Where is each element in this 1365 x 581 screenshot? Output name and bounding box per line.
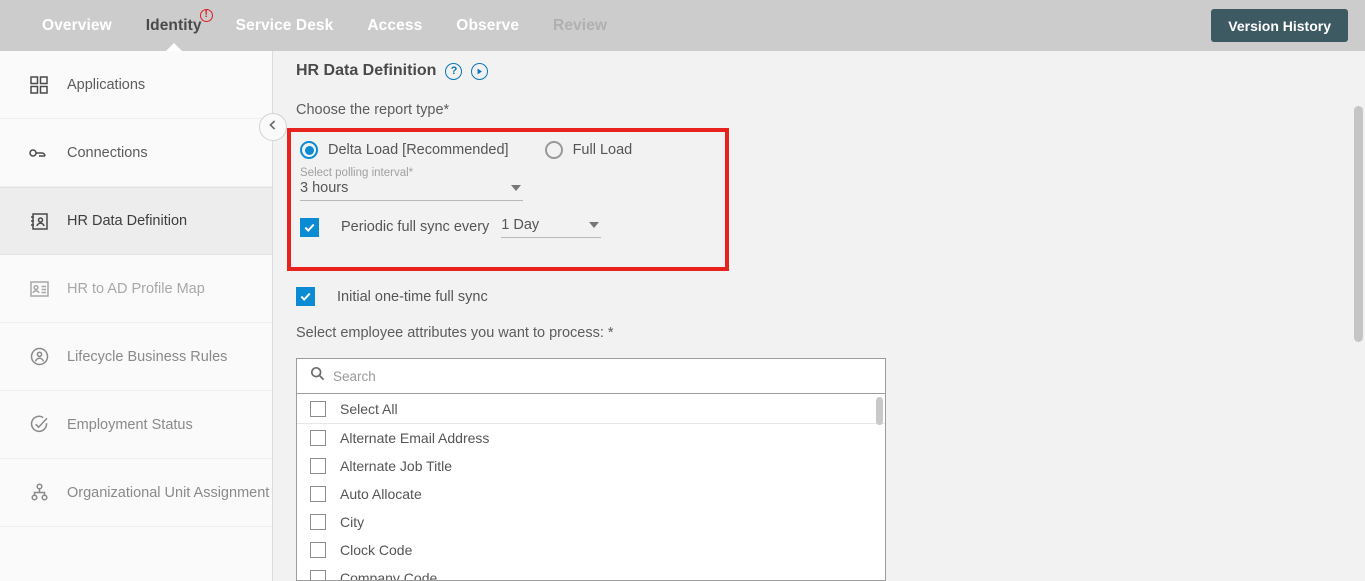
attributes-list-scrollbar[interactable] <box>876 397 883 425</box>
sidebar-item-applications[interactable]: Applications <box>0 51 272 119</box>
initial-one-time-full-sync-label: Initial one-time full sync <box>337 288 488 305</box>
sidebar-item-hr-data-definition[interactable]: HR Data Definition <box>0 187 272 255</box>
nav-tab-label: Access <box>367 16 423 34</box>
play-circle-icon[interactable] <box>471 62 489 80</box>
nav-tab-overview[interactable]: Overview <box>25 0 129 51</box>
search-icon <box>310 366 325 386</box>
attribute-row[interactable]: Auto Allocate <box>297 480 885 508</box>
sidebar-item-label: Lifecycle Business Rules <box>67 348 228 365</box>
attribute-label: Clock Code <box>340 542 413 558</box>
periodic-full-sync-checkbox[interactable] <box>300 217 319 237</box>
sidebar-item-label: Connections <box>67 144 148 161</box>
sidebar-collapse-button[interactable] <box>259 113 287 141</box>
nav-tab-label: Overview <box>42 16 112 34</box>
attribute-checkbox[interactable] <box>310 430 326 446</box>
nav-tab-label: Service Desk <box>235 16 334 34</box>
attribute-row[interactable]: Clock Code <box>297 536 885 564</box>
hierarchy-icon <box>27 481 51 505</box>
attribute-checkbox[interactable] <box>310 458 326 474</box>
question-circle-icon[interactable]: ? <box>445 62 463 80</box>
attribute-row-select-all[interactable]: Select All <box>297 394 885 424</box>
attributes-list[interactable]: Select All Alternate Email Address Alter… <box>297 394 885 580</box>
contact-card-icon <box>27 209 51 233</box>
top-nav-tabs: Overview Identity ! Service Desk Access … <box>25 0 624 51</box>
attributes-search-input[interactable]: Search <box>333 369 376 384</box>
connector-icon <box>27 141 51 165</box>
attributes-search-row[interactable]: Search <box>297 359 885 394</box>
attribute-row[interactable]: Alternate Job Title <box>297 452 885 480</box>
sidebar-item-employment-status[interactable]: Employment Status <box>0 391 272 459</box>
polling-interval-select[interactable]: 3 hours <box>300 179 523 201</box>
initial-one-time-full-sync-checkbox[interactable] <box>296 287 315 306</box>
periodic-sync-interval-field: 1 Day <box>501 216 602 238</box>
sidebar-item-label: HR Data Definition <box>67 213 188 229</box>
sidebar-item-label: HR to AD Profile Map <box>67 280 205 297</box>
attribute-checkbox[interactable] <box>310 542 326 558</box>
warning-badge-icon: ! <box>199 9 213 22</box>
attribute-row[interactable]: Company Code <box>297 564 885 580</box>
sidebar-item-hr-to-ad-profile-map: HR to AD Profile Map <box>0 255 272 323</box>
periodic-sync-row: Periodic full sync every 1 Day <box>291 201 725 238</box>
nav-tab-review[interactable]: Review <box>536 0 624 51</box>
chevron-down-icon <box>589 222 600 228</box>
id-badge-icon <box>27 277 51 301</box>
top-navigation-bar: Overview Identity ! Service Desk Access … <box>0 0 1365 51</box>
radio-delta-load-label: Delta Load [Recommended] <box>328 142 509 158</box>
chevron-left-icon <box>267 118 279 136</box>
attribute-label: Company Code <box>340 570 438 580</box>
report-type-radio-row: Delta Load [Recommended] Full Load <box>291 132 725 159</box>
radio-full-load-label: Full Load <box>572 142 633 158</box>
attribute-checkbox[interactable] <box>310 514 326 530</box>
attribute-checkbox[interactable] <box>310 400 326 417</box>
nav-tab-identity[interactable]: Identity ! <box>129 0 219 51</box>
page-scrollbar-track[interactable] <box>1352 51 1365 581</box>
sidebar-item-label: Organizational Unit Assignment <box>67 484 270 501</box>
report-type-label: Choose the report type* <box>296 102 450 118</box>
nav-tab-label: Review <box>553 16 608 34</box>
check-circle-icon <box>27 413 51 437</box>
nav-tab-observe[interactable]: Observe <box>439 0 536 51</box>
attribute-checkbox[interactable] <box>310 486 326 502</box>
employee-attributes-picker: Search Select All Alternate Email Addres… <box>296 358 886 581</box>
user-circle-icon <box>27 345 51 369</box>
attribute-row[interactable]: Alternate Email Address <box>297 424 885 452</box>
attribute-label: Alternate Email Address <box>340 430 490 446</box>
initial-sync-row: Initial one-time full sync <box>296 287 488 306</box>
sidebar-item-organizational-unit-assignment[interactable]: Organizational Unit Assignment <box>0 459 272 527</box>
nav-tab-label: Identity <box>145 16 202 34</box>
radio-delta-load[interactable] <box>300 141 318 159</box>
attributes-section-label: Select employee attributes you want to p… <box>296 325 614 341</box>
sidebar-item-connections[interactable]: Connections <box>0 119 272 187</box>
nav-tab-label: Observe <box>456 16 520 34</box>
polling-interval-value: 3 hours <box>300 180 349 196</box>
chevron-down-icon <box>511 185 521 191</box>
attribute-row[interactable]: City <box>297 508 885 536</box>
periodic-full-sync-label: Periodic full sync every <box>341 219 490 235</box>
polling-interval-field: Select polling interval* 3 hours <box>291 159 523 201</box>
page-title: HR Data Definition <box>296 62 437 79</box>
attribute-label: Auto Allocate <box>340 486 422 502</box>
sidebar-item-label: Employment Status <box>67 416 193 433</box>
sidebar-item-label: Applications <box>67 76 146 93</box>
polling-interval-caption: Select polling interval* <box>300 167 414 179</box>
attribute-label: City <box>340 514 365 530</box>
attribute-label: Alternate Job Title <box>340 458 453 474</box>
grid-icon <box>27 73 51 97</box>
radio-full-load[interactable] <box>544 141 563 159</box>
page-scrollbar-thumb[interactable] <box>1354 106 1363 342</box>
attribute-label: Select All <box>340 400 398 417</box>
page-title-row: HR Data Definition ? <box>296 62 1365 80</box>
sidebar-item-lifecycle-business-rules[interactable]: Lifecycle Business Rules <box>0 323 272 391</box>
periodic-sync-interval-select[interactable]: 1 Day <box>501 216 602 238</box>
periodic-sync-interval-value: 1 Day <box>501 217 540 233</box>
report-type-highlight-box: Delta Load [Recommended] Full Load Selec… <box>287 128 729 271</box>
version-history-button[interactable]: Version History <box>1211 9 1348 42</box>
main-content-area: HR Data Definition ? Choose the report t… <box>274 51 1365 581</box>
nav-tab-service-desk[interactable]: Service Desk <box>219 0 351 51</box>
nav-tab-access[interactable]: Access <box>350 0 439 51</box>
attribute-checkbox[interactable] <box>310 570 326 580</box>
left-sidebar: Applications Connections HR Data Definit… <box>0 51 273 581</box>
